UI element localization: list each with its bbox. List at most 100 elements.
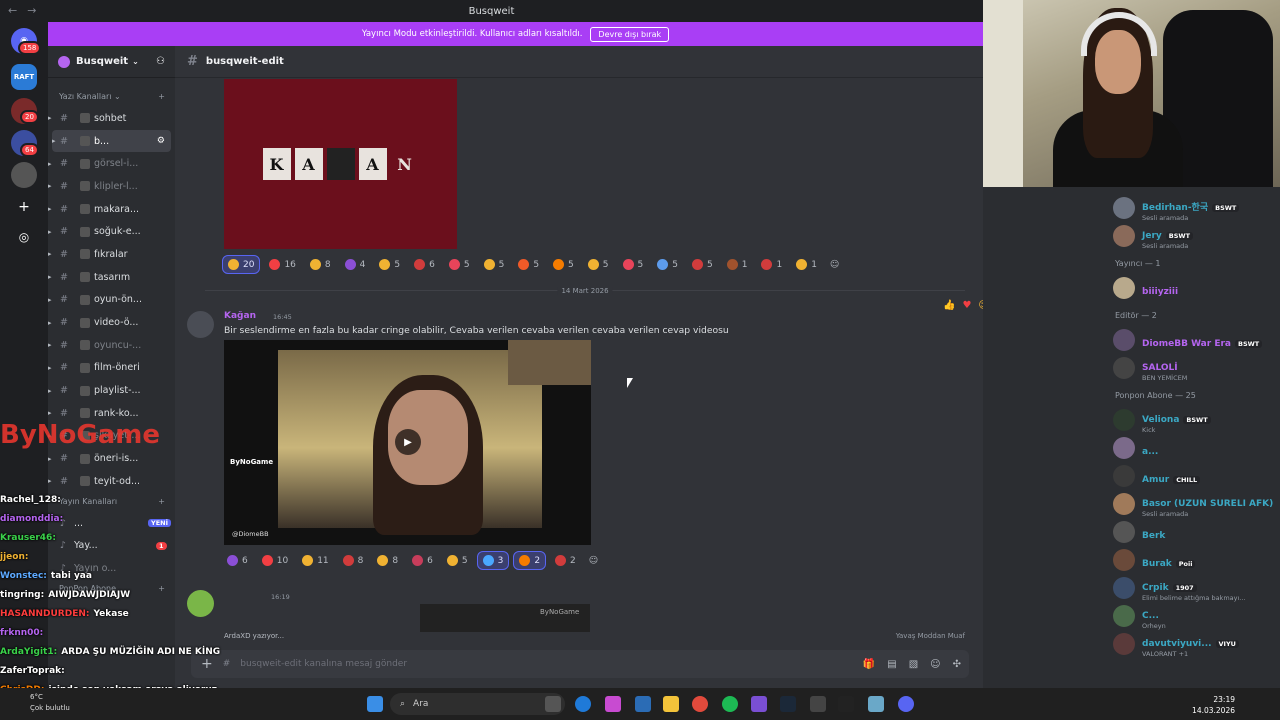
channel-item[interactable]: ▸ # makara... <box>48 198 175 221</box>
channel-item[interactable]: ▸ # klipler-l... <box>48 175 175 198</box>
obs-icon[interactable] <box>751 696 767 712</box>
member-item[interactable]: Burak Poii <box>1113 547 1196 573</box>
reaction-chip[interactable]: 3 <box>476 551 510 570</box>
reaction-chip[interactable]: 5 <box>374 256 405 273</box>
emoji-icon[interactable]: ☺ <box>930 659 940 670</box>
store-icon[interactable] <box>635 696 651 712</box>
epic-icon[interactable] <box>838 696 854 712</box>
member-item[interactable]: C... Orheyn <box>1113 603 1166 630</box>
gift-icon[interactable]: 🎁 <box>863 659 875 670</box>
add-channel-icon[interactable]: + <box>158 92 165 101</box>
play-icon[interactable]: ▶ <box>395 429 421 455</box>
member-item[interactable]: Berk <box>1113 519 1165 545</box>
settings-icon[interactable] <box>868 696 884 712</box>
explorer-icon[interactable] <box>663 696 679 712</box>
member-item[interactable]: Crpik 1907 Elimi belime attığma bakmayı... <box>1113 575 1246 602</box>
copilot-icon[interactable] <box>605 696 621 712</box>
server-icon-4[interactable] <box>11 162 37 188</box>
explore-icon[interactable]: ◎ <box>11 224 37 250</box>
reaction-chip[interactable]: 11 <box>297 552 333 569</box>
task-view-icon[interactable] <box>545 696 561 712</box>
reaction-chip[interactable]: 8 <box>338 552 369 569</box>
channel-item[interactable]: ▸ # görsel-i... <box>48 152 175 175</box>
guild-header[interactable]: Busqweit ⌄ ⚇ <box>48 46 175 78</box>
taskbar-clock[interactable]: 23:19 14.03.2026 <box>1192 694 1235 716</box>
forward-arrow-icon[interactable]: → <box>27 4 36 17</box>
discord-icon[interactable] <box>898 696 914 712</box>
channel-item[interactable]: ▸ # oyuncu-... <box>48 334 175 357</box>
member-item[interactable]: biiiyziii <box>1113 275 1178 301</box>
reaction-chip[interactable]: 1 <box>722 256 753 273</box>
avatar[interactable] <box>187 311 214 338</box>
steam-icon[interactable] <box>780 696 796 712</box>
attached-image[interactable]: K A A N <box>224 79 457 249</box>
category-text-channels[interactable]: Yazı Kanalları ⌄ + <box>48 78 175 107</box>
reaction-chip[interactable]: 6 <box>409 256 440 273</box>
windows-start-icon[interactable] <box>367 696 383 712</box>
channel-item[interactable]: ▸ # sohbet <box>48 107 175 130</box>
disable-button[interactable]: Devre dışı bırak <box>590 26 670 42</box>
member-item[interactable]: davutviyuvi... VIYU VALORANT +1 <box>1113 631 1239 658</box>
reaction-chip[interactable]: 16 <box>264 256 300 273</box>
channel-item[interactable]: ▸ # fıkralar <box>48 243 175 266</box>
reaction-chip[interactable]: 5 <box>479 256 510 273</box>
reaction-chip[interactable]: 20 <box>222 255 261 274</box>
settings-icon[interactable]: ⚙ <box>157 136 165 146</box>
add-reaction-icon[interactable]: ☺ <box>830 260 839 270</box>
edge-icon[interactable] <box>575 696 591 712</box>
channel-item[interactable]: ▸ # b... ⚙ <box>52 129 171 153</box>
message-composer[interactable]: + # busqweit-edit kanalına mesaj gönder … <box>191 650 969 678</box>
reaction-chip[interactable]: 10 <box>257 552 293 569</box>
next-message-preview[interactable]: ByNoGame <box>420 604 590 632</box>
channel-item[interactable]: ▸ # öneri-is... <box>48 447 175 470</box>
member-item[interactable]: Veliona BSWT Kick <box>1113 407 1211 434</box>
app-icon[interactable] <box>810 696 826 712</box>
member-item[interactable]: Basor (UZUN SURELI AFK) Sesli aramada <box>1113 491 1273 518</box>
reaction-chip[interactable]: 2 <box>550 552 581 569</box>
reaction-chip[interactable]: 5 <box>652 256 683 273</box>
thumbs-up-icon[interactable]: 👍 <box>943 300 955 311</box>
sticker-icon[interactable]: ▧ <box>909 659 918 670</box>
member-item[interactable]: Bedirhan-한국 BSWT Sesli aramada <box>1113 195 1240 222</box>
taskbar-search[interactable]: ⌕ Ara <box>390 693 565 715</box>
reaction-chip[interactable]: 5 <box>513 256 544 273</box>
apps-icon[interactable]: ✣ <box>953 659 961 670</box>
chrome-icon[interactable] <box>692 696 708 712</box>
member-item[interactable]: DiomeBB War Era BSWT <box>1113 327 1263 353</box>
reaction-chip[interactable]: 5 <box>618 256 649 273</box>
channel-item[interactable]: ▸ # tasarım <box>48 266 175 289</box>
reaction-chip[interactable]: 5 <box>687 256 718 273</box>
channel-item[interactable]: ▸ # playlist-... <box>48 379 175 402</box>
video-attachment[interactable]: ByNoGame @DiomeBB ▶ <box>224 340 591 545</box>
add-member-icon[interactable]: ⚇ <box>156 56 165 67</box>
member-item[interactable]: Amur CHILL <box>1113 463 1201 489</box>
reaction-chip[interactable]: 8 <box>305 256 336 273</box>
weather-widget[interactable]: 6°C Çok bulutlu <box>30 692 70 714</box>
reaction-chip[interactable]: 8 <box>372 552 403 569</box>
reaction-chip[interactable]: 1 <box>791 256 822 273</box>
back-arrow-icon[interactable]: ← <box>8 4 17 17</box>
add-reaction-icon[interactable]: ☺ <box>589 556 598 566</box>
member-item[interactable]: SALOLİ BEN YEMİCEM <box>1113 355 1187 382</box>
reaction-chip[interactable]: 1 <box>756 256 787 273</box>
gif-icon[interactable]: ▤ <box>887 659 896 670</box>
reaction-chip[interactable]: 5 <box>444 256 475 273</box>
reaction-chip[interactable]: 2 <box>513 551 547 570</box>
message-author[interactable]: Kağan <box>224 311 256 321</box>
channel-item[interactable]: ▸ # oyun-ön... <box>48 289 175 312</box>
reaction-chip[interactable]: 6 <box>407 552 438 569</box>
reaction-chip[interactable]: 5 <box>548 256 579 273</box>
channel-item[interactable]: ▸ # film-öneri <box>48 357 175 380</box>
reaction-chip[interactable]: 4 <box>340 256 371 273</box>
reaction-chip[interactable]: 5 <box>442 552 473 569</box>
add-server-icon[interactable]: + <box>11 194 37 220</box>
reaction-chip[interactable]: 5 <box>583 256 614 273</box>
heart-icon[interactable]: ♥ <box>962 300 971 311</box>
member-item[interactable]: a... <box>1113 435 1158 461</box>
spotify-icon[interactable] <box>722 696 738 712</box>
channel-item[interactable]: ▸ # soğuk-e... <box>48 220 175 243</box>
server-raft[interactable]: RAFT <box>11 64 37 90</box>
reaction-chip[interactable]: 6 <box>222 552 253 569</box>
channel-item[interactable]: ▸ # video-ö... <box>48 311 175 334</box>
member-item[interactable]: Jery BSWT Sesli aramada <box>1113 223 1194 250</box>
